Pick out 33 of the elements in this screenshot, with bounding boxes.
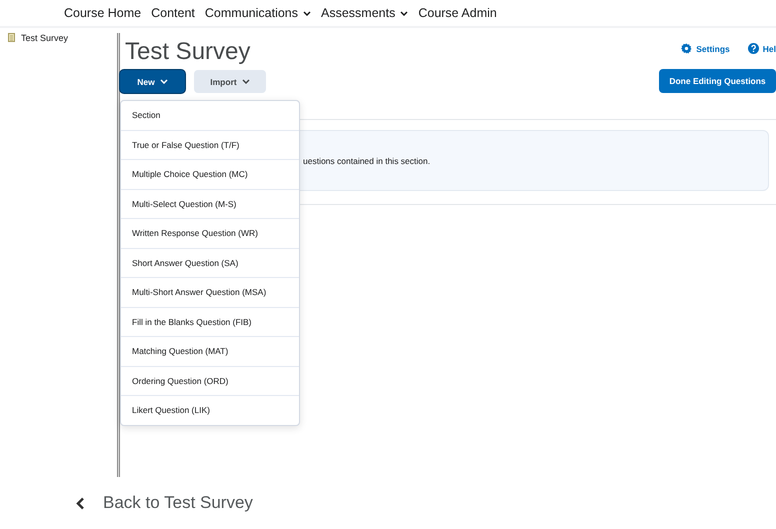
menu-item[interactable]: Multi-Short Answer Question (MSA) bbox=[121, 277, 299, 306]
chevron-down-icon bbox=[160, 79, 168, 84]
settings-icon bbox=[681, 43, 692, 54]
chevron-down-icon bbox=[303, 10, 311, 16]
settings-link[interactable]: Settings bbox=[681, 43, 730, 54]
help-link[interactable]: Hel bbox=[748, 43, 776, 54]
nav-link[interactable]: Course Admin bbox=[418, 6, 497, 20]
menu-item[interactable]: Matching Question (MAT) bbox=[121, 336, 299, 366]
menu-item[interactable]: Short Answer Question (SA) bbox=[121, 248, 299, 277]
menu-item[interactable]: Ordering Question (ORD) bbox=[121, 366, 299, 395]
nav-link[interactable]: Communications bbox=[204, 6, 311, 20]
help-icon bbox=[748, 43, 759, 54]
back-link[interactable]: Back to Test Survey bbox=[103, 493, 253, 513]
done-editing-button[interactable]: Done Editing Questions bbox=[659, 69, 776, 93]
import-button[interactable]: Import bbox=[194, 70, 266, 93]
menu-item[interactable]: Multiple Choice Question (MC) bbox=[121, 159, 299, 188]
new-button[interactable]: New bbox=[120, 70, 185, 93]
menu-item[interactable]: Written Response Question (WR) bbox=[121, 218, 299, 248]
menu-item[interactable]: True or False Question (T/F) bbox=[121, 130, 299, 159]
menu-item[interactable]: Likert Question (LIK) bbox=[121, 395, 299, 424]
info-text: uestions contained in this section. bbox=[303, 156, 430, 166]
menu-item[interactable]: Section bbox=[121, 101, 299, 130]
nav-link[interactable]: Content bbox=[151, 6, 195, 20]
nav-link[interactable]: Assessments bbox=[321, 6, 408, 20]
document-icon bbox=[8, 33, 15, 42]
chevron-left-icon[interactable] bbox=[76, 496, 85, 510]
menu-item[interactable]: Multi-Select Question (M-S) bbox=[121, 188, 299, 218]
page-title: Test Survey bbox=[125, 38, 250, 66]
menu-item[interactable]: Fill in the Blanks Question (FIB) bbox=[121, 306, 299, 336]
sidebar-item[interactable]: Test Survey bbox=[21, 33, 68, 43]
chevron-down-icon bbox=[400, 10, 408, 16]
chevron-down-icon bbox=[242, 79, 250, 84]
nav-link[interactable]: Course Home bbox=[64, 6, 142, 20]
